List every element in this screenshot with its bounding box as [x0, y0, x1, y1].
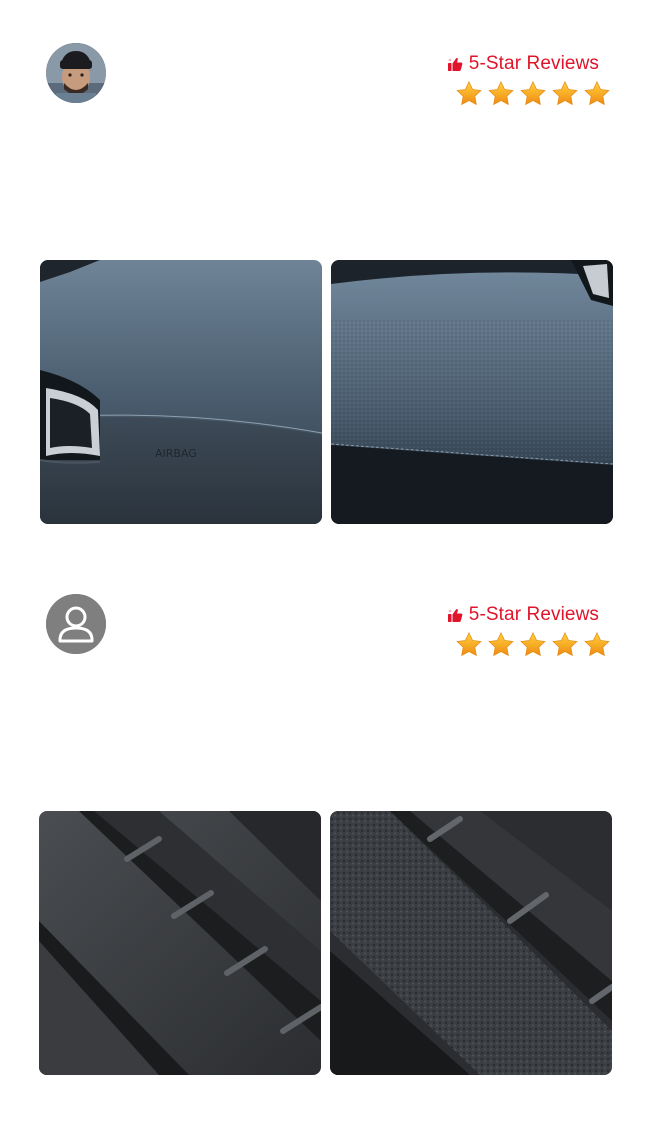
star-icon	[487, 631, 515, 659]
thumbs-up-icon	[447, 607, 463, 623]
star-icon	[551, 80, 579, 108]
user-avatar[interactable]	[46, 594, 106, 654]
review-photos: AIRBAG	[40, 260, 613, 524]
review-photos	[39, 811, 612, 1075]
star-rating	[455, 80, 611, 108]
star-icon	[583, 80, 611, 108]
dashboard-airbag-panel-image: AIRBAG	[40, 260, 322, 524]
thumbs-up-icon	[447, 56, 463, 72]
review-photo[interactable]: AIRBAG	[40, 260, 322, 524]
airbag-imprint: AIRBAG	[155, 447, 197, 460]
dashboard-panel-closeup-image	[331, 260, 613, 524]
badge-label: 5-Star Reviews	[468, 604, 599, 625]
review-photo[interactable]	[331, 260, 613, 524]
default-user-icon	[46, 594, 106, 654]
star-icon	[455, 631, 483, 659]
star-icon	[519, 631, 547, 659]
user-photo-icon	[46, 43, 106, 103]
review-photo[interactable]	[39, 811, 321, 1075]
door-sill-trim-closeup-image	[330, 811, 612, 1075]
reviews-page: 5-Star Reviews AIRBAG 5-Star Reviews	[0, 0, 651, 1123]
review-photo[interactable]	[330, 811, 612, 1075]
user-avatar[interactable]	[46, 43, 106, 103]
star-icon	[487, 80, 515, 108]
five-star-badge: 5-Star Reviews	[447, 53, 599, 75]
star-icon	[455, 80, 483, 108]
star-rating	[455, 631, 611, 659]
badge-label: 5-Star Reviews	[468, 53, 599, 74]
star-icon	[583, 631, 611, 659]
star-icon	[519, 80, 547, 108]
star-icon	[551, 631, 579, 659]
five-star-badge: 5-Star Reviews	[447, 604, 599, 626]
door-sill-trim-image	[39, 811, 321, 1075]
